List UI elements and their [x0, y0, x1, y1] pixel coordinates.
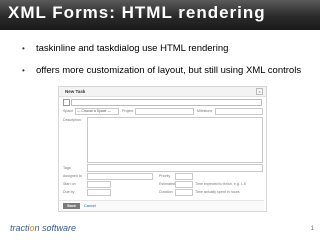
estimated-input[interactable] [175, 181, 193, 188]
duration-input[interactable] [175, 189, 193, 196]
subject-row [63, 99, 262, 106]
space-select[interactable]: — Choose a Space — [75, 108, 119, 115]
start-date-input[interactable] [87, 181, 111, 188]
start-label: Start on [63, 182, 76, 186]
assigned-label: Assigned to [63, 174, 82, 178]
duration-hint: Time actually spent in hours [195, 190, 240, 194]
description-label: Description [63, 118, 81, 122]
brand-text-suffix: n software [34, 223, 77, 233]
close-icon[interactable]: × [256, 88, 263, 95]
bullet-list: taskinline and taskdialog use HTML rende… [22, 42, 301, 86]
estimated-label: Estimated [159, 182, 175, 186]
slide-title-bar: XML Forms: HTML rendering [0, 0, 320, 30]
save-task-button[interactable]: Save Task [63, 203, 80, 211]
project-label: Project [122, 109, 134, 113]
dialog-header: New Task × [59, 87, 266, 97]
subject-input[interactable] [71, 99, 262, 106]
project-select[interactable] [135, 108, 194, 115]
brand-text-prefix: tracti [10, 223, 30, 233]
milestone-select[interactable] [215, 108, 263, 115]
milestone-label: Milestone [197, 109, 213, 113]
due-label: Due by [63, 190, 75, 194]
due-date-input[interactable] [87, 189, 111, 196]
tags-label: Tags [63, 166, 71, 170]
tags-input[interactable] [87, 164, 263, 172]
brand-logo: traction software [10, 223, 76, 233]
page-number: 1 [310, 226, 314, 232]
priority-label: Priority [159, 174, 171, 178]
assigned-input[interactable] [87, 173, 153, 180]
new-task-dialog: New Task × Space — Choose a Space — Proj… [58, 86, 267, 212]
description-textarea[interactable] [87, 117, 263, 163]
dialog-title: New Task [65, 89, 86, 94]
estimated-hint: Time expected to finish, e.g. 1.5 [195, 182, 246, 186]
cancel-link[interactable]: Cancel [84, 204, 96, 208]
duration-label: Duration [159, 190, 173, 194]
done-checkbox[interactable] [63, 99, 70, 106]
bullet-item: taskinline and taskdialog use HTML rende… [22, 42, 301, 56]
bullet-item: offers more customization of layout, but… [22, 64, 301, 78]
space-label: Space [63, 109, 74, 113]
priority-select[interactable] [175, 173, 193, 180]
slide-title: XML Forms: HTML rendering [8, 3, 266, 22]
dialog-footer: Save Task Cancel [59, 200, 264, 211]
space-select-value: — Choose a Space — [77, 109, 111, 113]
